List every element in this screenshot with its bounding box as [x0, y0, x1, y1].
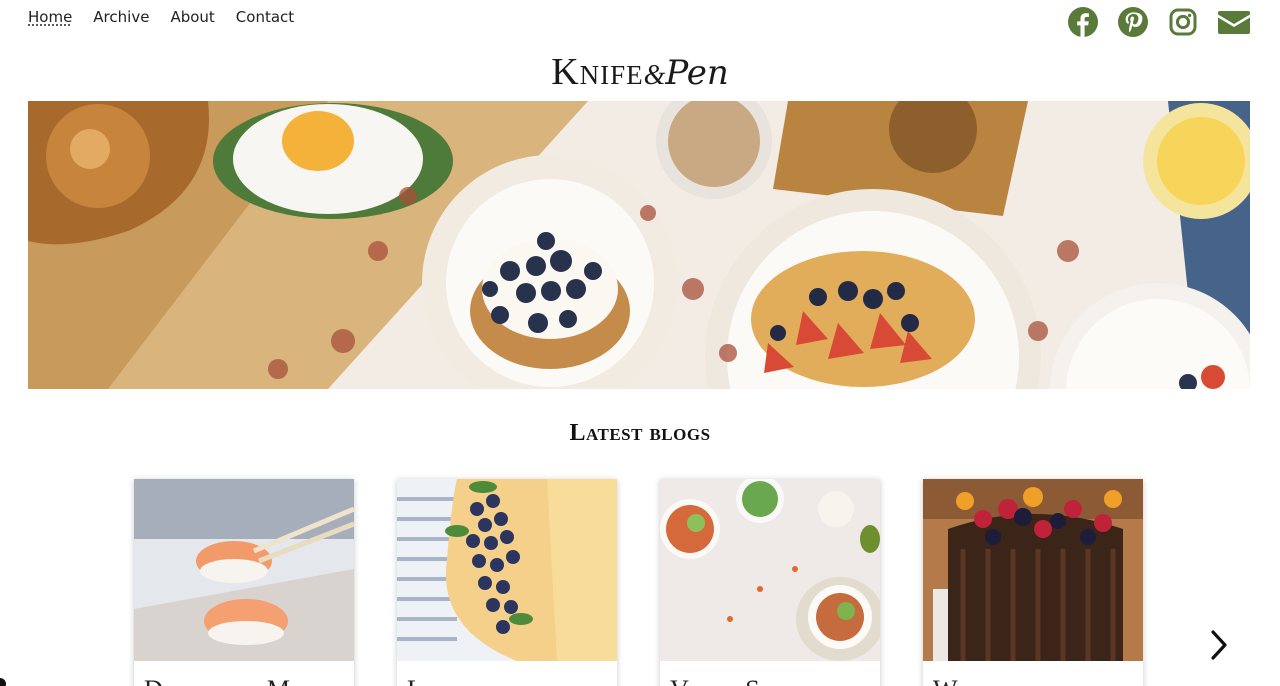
blog-card-image [660, 479, 880, 661]
blog-carousel: Date-night Make Le [134, 479, 1143, 686]
blog-card[interactable]: Worlds best [923, 479, 1143, 686]
social-links [1068, 7, 1250, 37]
hero-image [28, 101, 1250, 389]
blog-card-image [397, 479, 617, 661]
nav-contact[interactable]: Contact [236, 7, 294, 27]
section-title: Latest blogs [569, 420, 711, 446]
blog-card-title: Worlds best [923, 661, 1143, 686]
blog-card-image [134, 479, 354, 661]
main-nav: Home Archive About Contact [28, 7, 294, 27]
facebook-icon[interactable] [1068, 7, 1098, 37]
blog-card[interactable]: Date-night Make [134, 479, 354, 686]
instagram-icon[interactable] [1168, 7, 1198, 37]
pinterest-icon[interactable] [1118, 7, 1148, 37]
blog-card-title: Lemon and [397, 661, 617, 686]
blog-card[interactable]: Lemon and [397, 479, 617, 686]
blog-card[interactable]: Vegan Super [660, 479, 880, 686]
blog-card-image [923, 479, 1143, 661]
blog-card-title: Vegan Super [660, 661, 880, 686]
chevron-right-icon[interactable] [1206, 628, 1232, 662]
logo-text-pen: Pen [665, 53, 729, 93]
logo-text-ampersand: & [643, 60, 666, 91]
blog-card-title: Date-night Make [134, 661, 354, 686]
nav-archive[interactable]: Archive [93, 7, 149, 27]
nav-about[interactable]: About [170, 7, 214, 27]
nav-home[interactable]: Home [28, 7, 72, 27]
logo-text-knife: Knife [551, 51, 644, 93]
scroll-indicator [0, 678, 6, 686]
mail-icon[interactable] [1218, 7, 1250, 37]
site-logo[interactable]: Knife&Pen [0, 50, 1280, 94]
